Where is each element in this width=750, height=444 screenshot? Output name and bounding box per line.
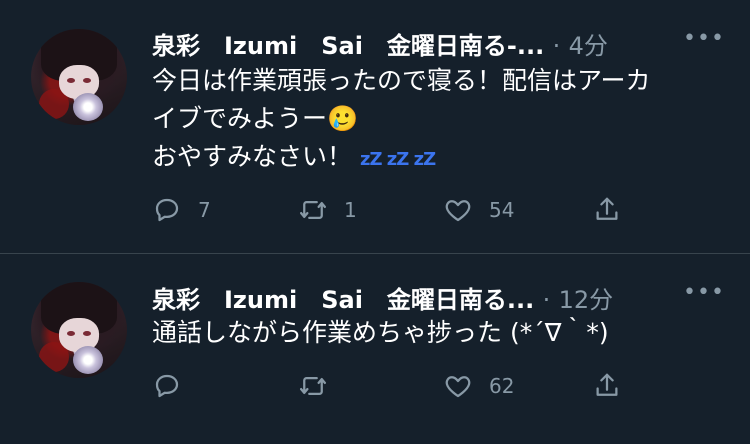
separator-dot: · [552, 32, 561, 60]
separator-dot: · [542, 286, 551, 314]
retweet-button[interactable] [298, 369, 344, 403]
heart-icon [445, 200, 471, 222]
reply-icon [155, 374, 179, 398]
zzz-glyph: zZ [359, 149, 383, 170]
display-name[interactable]: 泉彩 Izumi Sai 金曜日南る... [152, 286, 534, 314]
retweet-count: 1 [344, 198, 357, 222]
retweet-button[interactable]: 1 [298, 193, 357, 227]
like-count: 62 [489, 374, 515, 398]
share-icon [596, 197, 618, 220]
avatar[interactable] [31, 29, 127, 125]
avatar-rose [73, 346, 103, 374]
avatar-rose [73, 93, 103, 121]
tweet[interactable]: 泉彩 Izumi Sai 金曜日南る... · 12分 ••• 通話しながら作業… [0, 254, 750, 444]
tweet-text-line: おやすみなさい！ zZ zZ zZ [152, 138, 722, 179]
tweet-actions: 62 [152, 369, 632, 403]
avatar-eye [83, 78, 91, 83]
tweet-text-line: 今日は作業頑張ったので寝る！配信はアーカ [152, 66, 651, 95]
reply-count: 7 [198, 198, 211, 222]
reply-icon [155, 198, 179, 222]
tweet-header: 泉彩 Izumi Sai 金曜日南る-... · 4分 [152, 26, 712, 62]
tweet-text: 今日は作業頑張ったので寝る！配信はアーカ イブでみようー🥲 おやすみなさい！ z… [152, 62, 722, 179]
more-options-icon[interactable]: ••• [683, 280, 724, 310]
timestamp[interactable]: 12分 [559, 286, 614, 314]
reply-button[interactable] [152, 369, 198, 403]
share-button[interactable] [592, 193, 622, 227]
tweet-header: 泉彩 Izumi Sai 金曜日南る... · 12分 [152, 280, 712, 316]
like-count: 54 [489, 198, 515, 222]
avatar-eye [67, 331, 75, 336]
like-button[interactable]: 62 [443, 369, 514, 403]
tweet-text-line: 通話しながら作業めちゃ捗った (*´∇｀*) [152, 318, 609, 347]
more-options-icon[interactable]: ••• [683, 26, 724, 56]
heart-icon [445, 376, 471, 398]
zzz-glyph: zZ [386, 149, 410, 170]
tweet[interactable]: 泉彩 Izumi Sai 金曜日南る-... · 4分 ••• 今日は作業頑張っ… [0, 0, 750, 253]
tweet-text-line: イブでみようー🥲 [152, 104, 359, 133]
zzz-emoji: zZ zZ zZ [359, 149, 437, 170]
share-button[interactable] [592, 369, 622, 403]
zzz-glyph: zZ [413, 149, 437, 170]
tweet-actions: 7 1 54 [152, 193, 632, 227]
timestamp[interactable]: 4分 [569, 32, 608, 60]
retweet-icon [300, 377, 326, 395]
avatar[interactable] [31, 282, 127, 378]
retweet-icon [300, 201, 326, 219]
tweet-text: 通話しながら作業めちゃ捗った (*´∇｀*) [152, 314, 722, 352]
display-name[interactable]: 泉彩 Izumi Sai 金曜日南る-... [152, 32, 544, 60]
reply-button[interactable]: 7 [152, 193, 211, 227]
tweet-text-segment: おやすみなさい！ [152, 142, 353, 171]
like-button[interactable]: 54 [443, 193, 514, 227]
avatar-eye [67, 78, 75, 83]
share-icon [596, 373, 618, 396]
avatar-eye [83, 331, 91, 336]
